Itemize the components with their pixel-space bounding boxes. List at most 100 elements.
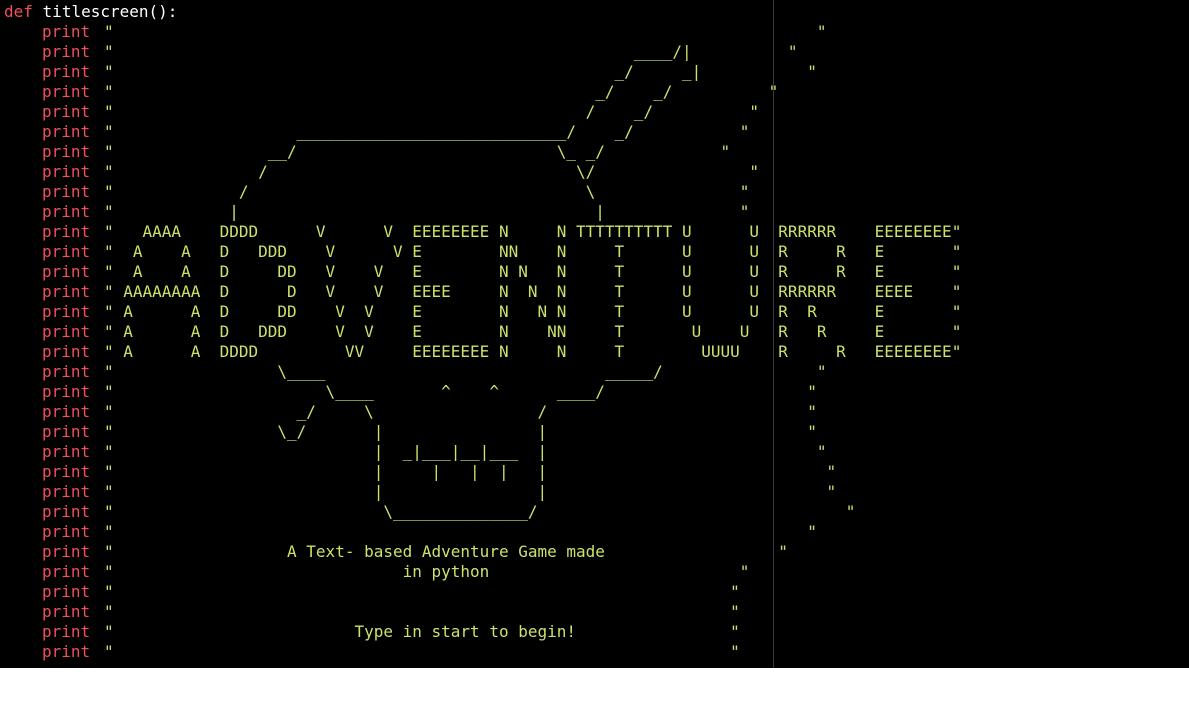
code-line: print " A A D DDD V V E N NN T U U R R E … [4,322,961,342]
code-line: print " in python " [4,562,749,582]
print-keyword: print [42,542,91,561]
print-keyword: print [42,102,91,121]
code-editor[interactable]: def titlescreen(): print " " print " ____/… [0,0,1189,668]
string-literal: " " [104,582,740,601]
string-literal: " A A D DD V V E N N N T U U R R E " [104,302,962,321]
string-literal: " / _/ " [104,102,760,121]
string-literal: " AAAAAAAA D D V V EEEE N N N T U U RRRR… [104,282,962,301]
string-literal: " / \/ " [104,162,760,181]
code-line: print " ____/| " [4,42,798,62]
print-keyword: print [42,222,91,241]
print-keyword: print [42,202,91,221]
print-keyword: print [42,482,91,501]
string-literal: " A A D DD V V E N N N T U U R R E " [104,262,962,281]
string-literal: " | | " [104,482,837,501]
code-line: print " " [4,602,740,622]
print-keyword: print [42,142,91,161]
string-literal: " \____ _____/ " [104,362,827,381]
print-keyword: print [42,602,91,621]
print-keyword: print [42,282,91,301]
window-bottom-margin [0,668,1189,724]
print-keyword: print [42,462,91,481]
string-literal: " A A D DDD V V E NN N T U U R R E " [104,242,962,261]
code-line: print " " [4,522,817,542]
code-line: print " / \ " [4,182,749,202]
string-literal: " " [104,602,740,621]
string-literal: " | | " [104,202,750,221]
print-keyword: print [42,362,91,381]
function-name: titlescreen(): [42,2,178,21]
print-keyword: print [42,82,91,101]
string-literal: " ____________________________/ _/ " [104,122,750,141]
print-keyword: print [42,242,91,261]
print-keyword: print [42,42,91,61]
code-line: print " " [4,582,740,602]
print-keyword: print [42,582,91,601]
code-line: print " AAAAAAAA D D V V EEEE N N N T U U… [4,282,961,302]
print-keyword: print [42,322,91,341]
print-keyword: print [42,402,91,421]
print-keyword: print [42,122,91,141]
code-line: print " | | " [4,202,749,222]
string-literal: " ____/| " [104,42,808,61]
code-line: print " Type in start to begin! " [4,622,740,642]
code-line: print " | _|___|__|___ | " [4,442,826,462]
string-literal: " | | | | | " [104,462,837,481]
print-keyword: print [42,162,91,181]
string-literal: " \____ ^ ^ ____/ " [104,382,817,401]
string-literal: " _/ _| " [104,62,817,81]
code-line: print " _/ _| " [4,62,817,82]
code-line: print " " [4,22,826,42]
code-line: print " A Text- based Adventure Game made… [4,542,788,562]
code-line: print " \____ ^ ^ ____/ " [4,382,817,402]
print-keyword: print [42,382,91,401]
code-line: print " A A D DD V V E N N N T U U R R E … [4,302,961,322]
string-literal: " AAAA DDDD V V EEEEEEEE N N TTTTTTTTTT … [104,222,962,241]
string-literal: " | _|___|__|___ | " [104,442,827,461]
string-literal: " _/ _/ " [104,82,779,101]
print-keyword: print [42,502,91,521]
print-keyword: print [42,22,91,41]
print-keyword: print [42,642,91,661]
string-literal: " A A D DDD V V E N NN T U U R R E " [104,322,962,341]
code-line: print " " [4,642,740,662]
string-literal: " A Text- based Adventure Game made " [104,542,788,561]
print-keyword: print [42,302,91,321]
print-keyword: print [42,422,91,441]
print-keyword: print [42,62,91,81]
code-line: print " \______________/ " [4,502,855,522]
def-keyword: def [4,2,33,21]
code-line: print " _/ \ / " [4,402,817,422]
code-line: print " A A D DD V V E N N N T U U R R E … [4,262,961,282]
code-line: print " / \/ " [4,162,759,182]
code-line: print " A A D DDD V V E NN N T U U R R E … [4,242,961,262]
code-line: print " \_/ | | " [4,422,817,442]
code-line: print " A A DDDD VV EEEEEEEE N N T UUUU R… [4,342,961,362]
code-line: print " / _/ " [4,102,759,122]
function-definition-line: def titlescreen(): [4,2,177,22]
print-keyword: print [42,562,91,581]
code-line: print " | | " [4,482,836,502]
string-literal: " \_/ | | " [104,422,817,441]
code-line: print " \____ _____/ " [4,362,826,382]
string-literal: " __/ \_ _/ " [104,142,731,161]
code-line: print " __/ \_ _/ " [4,142,730,162]
code-line: print " _/ _/ " [4,82,778,102]
string-literal: " A A DDDD VV EEEEEEEE N N T UUUU R R EE… [104,342,962,361]
print-keyword: print [42,262,91,281]
string-literal: " in python " [104,562,750,581]
print-keyword: print [42,442,91,461]
string-literal: " _/ \ / " [104,402,817,421]
string-literal: " / \ " [104,182,750,201]
print-keyword: print [42,522,91,541]
code-line: print " ____________________________/ _/ … [4,122,749,142]
code-line: print " AAAA DDDD V V EEEEEEEE N N TTTTTT… [4,222,961,242]
string-literal: " " [104,22,827,41]
string-literal: " Type in start to begin! " [104,622,740,641]
print-keyword: print [42,182,91,201]
string-literal: " \______________/ " [104,502,856,521]
string-literal: " " [104,522,817,541]
string-literal: " " [104,642,740,661]
print-keyword: print [42,622,91,641]
code-line: print " | | | | | " [4,462,836,482]
